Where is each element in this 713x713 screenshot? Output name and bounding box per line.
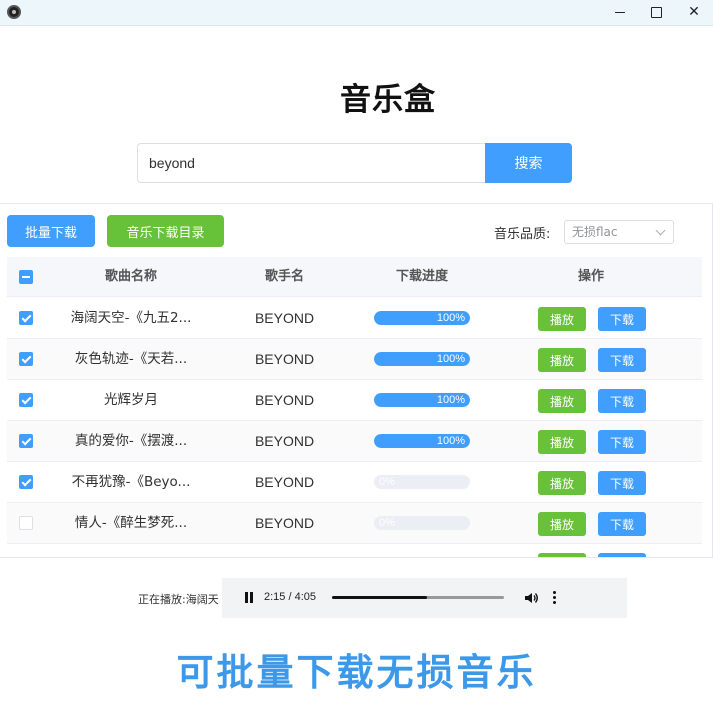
maximize-button[interactable]	[646, 3, 666, 21]
download-button[interactable]: 下载	[598, 512, 646, 536]
table-row: 情人-《醉生梦死... BEYOND 0% 播放 下载	[7, 503, 702, 544]
window-titlebar: ✕	[0, 0, 713, 26]
row-checkbox[interactable]	[19, 475, 33, 489]
singer-name: BEYOND	[254, 310, 315, 326]
download-directory-button[interactable]: 音乐下载目录	[107, 215, 224, 247]
row-checkbox[interactable]	[19, 352, 33, 366]
table-row: 海阔天空-《九五2... BEYOND 100% 播放 下载	[7, 298, 702, 339]
song-name	[61, 544, 201, 557]
song-name: 灰色轨迹-《天若...	[74, 351, 188, 367]
column-header-actions: 操作	[577, 269, 604, 284]
table-row: 播放 下载	[7, 544, 702, 558]
volume-icon[interactable]	[523, 590, 539, 606]
play-button[interactable]: 播放	[538, 512, 586, 536]
download-button[interactable]: 下载	[598, 348, 646, 372]
download-progress-bar: 100%	[374, 352, 470, 366]
play-button[interactable]: 播放	[538, 389, 586, 413]
singer-name	[217, 544, 352, 557]
song-panel: 批量下载 音乐下载目录 音乐品质: 无损flac 歌曲名称 歌手名 下载进度 操…	[0, 203, 713, 558]
download-progress-bar	[374, 557, 470, 558]
download-progress-bar: 100%	[374, 311, 470, 325]
column-header-singer: 歌手名	[264, 269, 304, 284]
row-checkbox[interactable]	[19, 557, 33, 558]
download-progress-text: 100%	[436, 435, 465, 447]
download-progress-text: 0%	[379, 517, 395, 529]
song-name: 真的爱你-《摆渡...	[74, 433, 188, 449]
quality-selected-value: 无损flac	[572, 225, 618, 239]
download-button[interactable]: 下载	[598, 471, 646, 495]
quality-select[interactable]: 无损flac	[564, 220, 674, 244]
now-playing-text: 正在播放:海阔天	[138, 591, 222, 607]
row-checkbox[interactable]	[19, 434, 33, 448]
download-progress-bar: 0%	[374, 475, 470, 489]
seek-bar-fill	[332, 596, 427, 599]
table-header: 歌曲名称 歌手名 下载进度 操作	[7, 257, 702, 297]
song-name: 不再犹豫-《Beyo...	[71, 474, 191, 490]
play-button[interactable]: 播放	[538, 553, 586, 557]
playback-time: 2:15 / 4:05	[264, 591, 316, 603]
table-row: 光辉岁月 BEYOND 100% 播放 下载	[7, 380, 702, 421]
download-progress-text: 0%	[379, 476, 395, 488]
column-header-song-name: 歌曲名称	[104, 269, 157, 284]
download-button[interactable]: 下载	[598, 307, 646, 331]
select-all-checkbox[interactable]	[19, 270, 33, 284]
download-button[interactable]: 下载	[598, 389, 646, 413]
column-header-progress: 下载进度	[395, 269, 448, 284]
row-checkbox[interactable]	[19, 311, 33, 325]
row-checkbox[interactable]	[19, 516, 33, 530]
singer-name: BEYOND	[254, 474, 315, 490]
song-name: 光辉岁月	[104, 392, 158, 408]
pause-icon[interactable]	[244, 592, 254, 604]
download-button[interactable]: 下载	[598, 430, 646, 454]
search-button[interactable]: 搜索	[485, 143, 572, 183]
song-name: 情人-《醉生梦死...	[74, 515, 188, 531]
table-row: 不再犹豫-《Beyo... BEYOND 0% 播放 下载	[7, 462, 702, 503]
download-progress-bar: 100%	[374, 434, 470, 448]
app-logo-icon	[7, 5, 21, 19]
table-row: 真的爱你-《摆渡... BEYOND 100% 播放 下载	[7, 421, 702, 462]
play-button[interactable]: 播放	[538, 307, 586, 331]
download-button[interactable]: 下载	[598, 553, 646, 557]
song-name: 海阔天空-《九五2...	[70, 310, 192, 326]
now-playing-title: 海阔天	[185, 593, 219, 606]
now-playing-label: 正在播放:	[138, 593, 186, 606]
more-options-icon[interactable]	[553, 591, 557, 605]
batch-download-button[interactable]: 批量下载	[7, 215, 95, 247]
play-button[interactable]: 播放	[538, 471, 586, 495]
download-progress-text: 100%	[436, 394, 465, 406]
singer-name: BEYOND	[254, 392, 315, 408]
promo-banner: 可批量下载无损音乐	[176, 651, 537, 694]
singer-name: BEYOND	[254, 351, 315, 367]
download-progress-bar: 0%	[374, 516, 470, 530]
audio-player: 2:15 / 4:05	[222, 578, 627, 618]
seek-bar[interactable]	[332, 596, 504, 599]
search-input[interactable]	[137, 143, 487, 183]
play-button[interactable]: 播放	[538, 348, 586, 372]
singer-name: BEYOND	[254, 515, 315, 531]
download-progress-text: 100%	[436, 312, 465, 324]
download-progress-bar: 100%	[374, 393, 470, 407]
row-checkbox[interactable]	[19, 393, 33, 407]
quality-label: 音乐品质:	[494, 227, 551, 242]
play-button[interactable]: 播放	[538, 430, 586, 454]
chevron-down-icon	[655, 225, 666, 236]
table-row: 灰色轨迹-《天若... BEYOND 100% 播放 下载	[7, 339, 702, 380]
close-window-button[interactable]: ✕	[684, 3, 704, 21]
download-progress-text: 100%	[436, 353, 465, 365]
minimize-button[interactable]	[610, 3, 630, 21]
singer-name: BEYOND	[254, 433, 315, 449]
app-title: 音乐盒	[340, 82, 436, 118]
